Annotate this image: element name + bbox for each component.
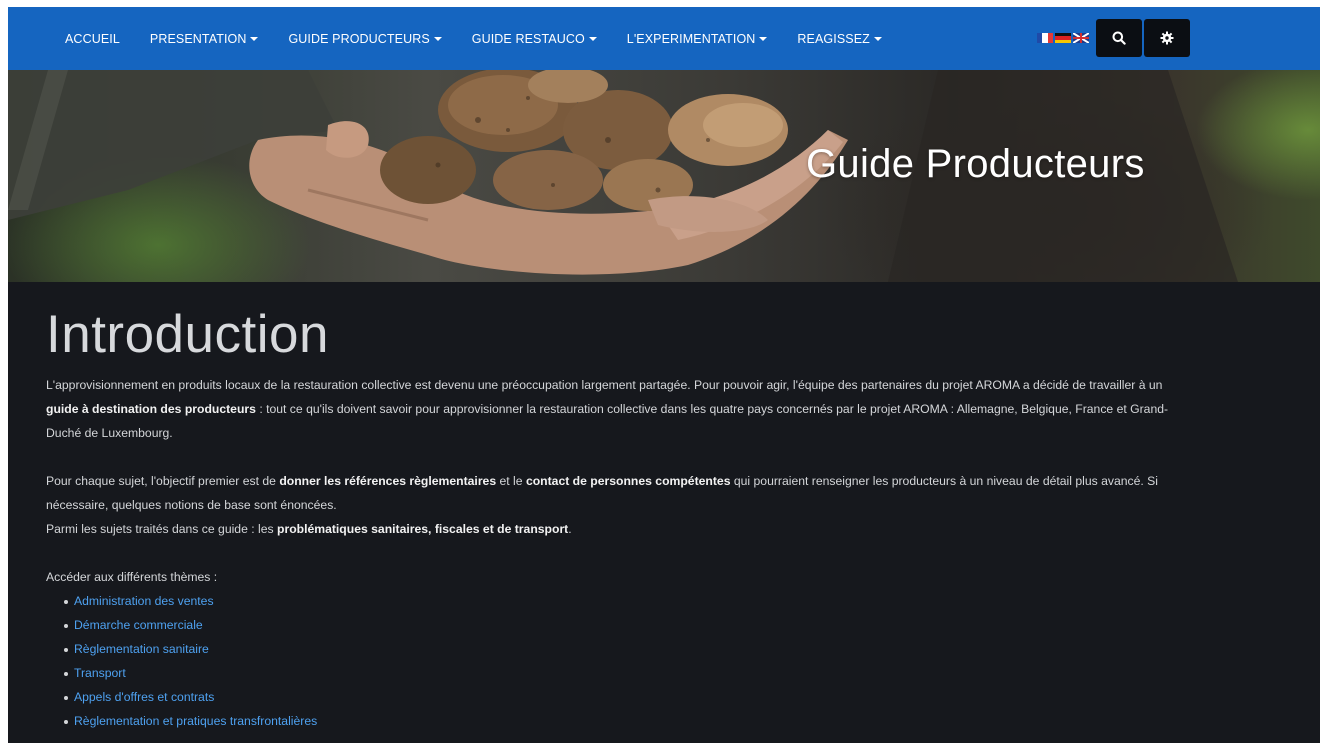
caret-down-icon [588, 37, 597, 41]
page-title: Introduction [46, 305, 329, 364]
nav-item-experimentation[interactable]: L'EXPERIMENTATION [627, 32, 768, 46]
nav-item-reagissez[interactable]: REAGISSEZ [797, 31, 882, 46]
themes-list: Administration des ventes Démarche comme… [46, 589, 1186, 733]
caret-down-icon [873, 37, 882, 41]
nav-item-accueil[interactable]: ACCUEIL [65, 32, 120, 46]
flag-gb-icon[interactable] [1073, 33, 1089, 43]
theme-link[interactable]: Administration des ventes [64, 589, 1186, 613]
objective-paragraph: Pour chaque sujet, l'objectif premier es… [46, 469, 1186, 517]
theme-link[interactable]: Règlementation sanitaire [64, 637, 1186, 661]
hero-title: Guide Producteurs [806, 142, 1145, 186]
theme-link[interactable]: Règlementation et pratiques transfrontal… [64, 709, 1186, 733]
topics-paragraph: Parmi les sujets traités dans ce guide :… [46, 517, 1186, 541]
nav-item-label: ACCUEIL [65, 31, 120, 46]
nav-item-guide-producteurs[interactable]: GUIDE PRODUCTEURS [288, 31, 442, 46]
text-fragment: et le [496, 474, 526, 488]
bold-text: guide à destination des producteurs [46, 402, 256, 416]
settings-button[interactable] [1144, 19, 1190, 57]
navbar: ACCUEIL PRESENTATION GUIDE PRODUCTEURS G… [8, 7, 1320, 70]
search-icon [1112, 31, 1126, 45]
text-fragment: . [568, 522, 572, 536]
theme-link[interactable]: Appels d'offres et contrats [64, 685, 1186, 709]
theme-link[interactable]: Démarche commerciale [64, 613, 1186, 637]
text-fragment: Parmi les sujets traités dans ce guide :… [46, 522, 277, 536]
intro-paragraph: L'approvisionnement en produits locaux d… [46, 373, 1186, 445]
bold-text: donner les références règlementaires [279, 474, 497, 488]
page-frame: ACCUEIL PRESENTATION GUIDE PRODUCTEURS G… [8, 7, 1320, 743]
text-fragment: L'approvisionnement en produits locaux d… [46, 378, 1163, 392]
bold-text: problématiques sanitaires, fiscales et d… [277, 522, 569, 536]
nav-item-label: REAGISSEZ [797, 31, 870, 46]
flag-de-icon[interactable] [1055, 33, 1071, 43]
nav-item-label: GUIDE RESTAUCO [471, 31, 585, 46]
caret-down-icon [433, 37, 442, 41]
bold-text: contact de personnes compétentes [525, 474, 731, 488]
flag-fr-icon[interactable] [1037, 33, 1053, 43]
nav-item-label: GUIDE PRODUCTEURS [288, 31, 430, 46]
nav-item-label: L'EXPERIMENTATION [626, 31, 756, 46]
nav-item-guide-restauco[interactable]: GUIDE RESTAUCO [472, 32, 597, 46]
caret-down-icon [250, 37, 259, 41]
nav-item-presentation[interactable]: PRESENTATION [150, 32, 259, 46]
gear-icon [1160, 31, 1174, 45]
search-button[interactable] [1096, 19, 1142, 57]
themes-label: Accéder aux différents thèmes : [46, 570, 218, 584]
text-fragment: Pour chaque sujet, l'objectif premier es… [46, 474, 280, 488]
nav-item-label: PRESENTATION [149, 31, 247, 46]
hero-banner: Guide Producteurs [8, 70, 1320, 282]
theme-link[interactable]: Transport [64, 661, 1186, 685]
main-content: Introduction L'approvisionnement en prod… [46, 303, 1186, 733]
caret-down-icon [759, 37, 768, 41]
language-switcher [1037, 33, 1089, 43]
main-menu: ACCUEIL PRESENTATION GUIDE PRODUCTEURS G… [65, 7, 912, 70]
